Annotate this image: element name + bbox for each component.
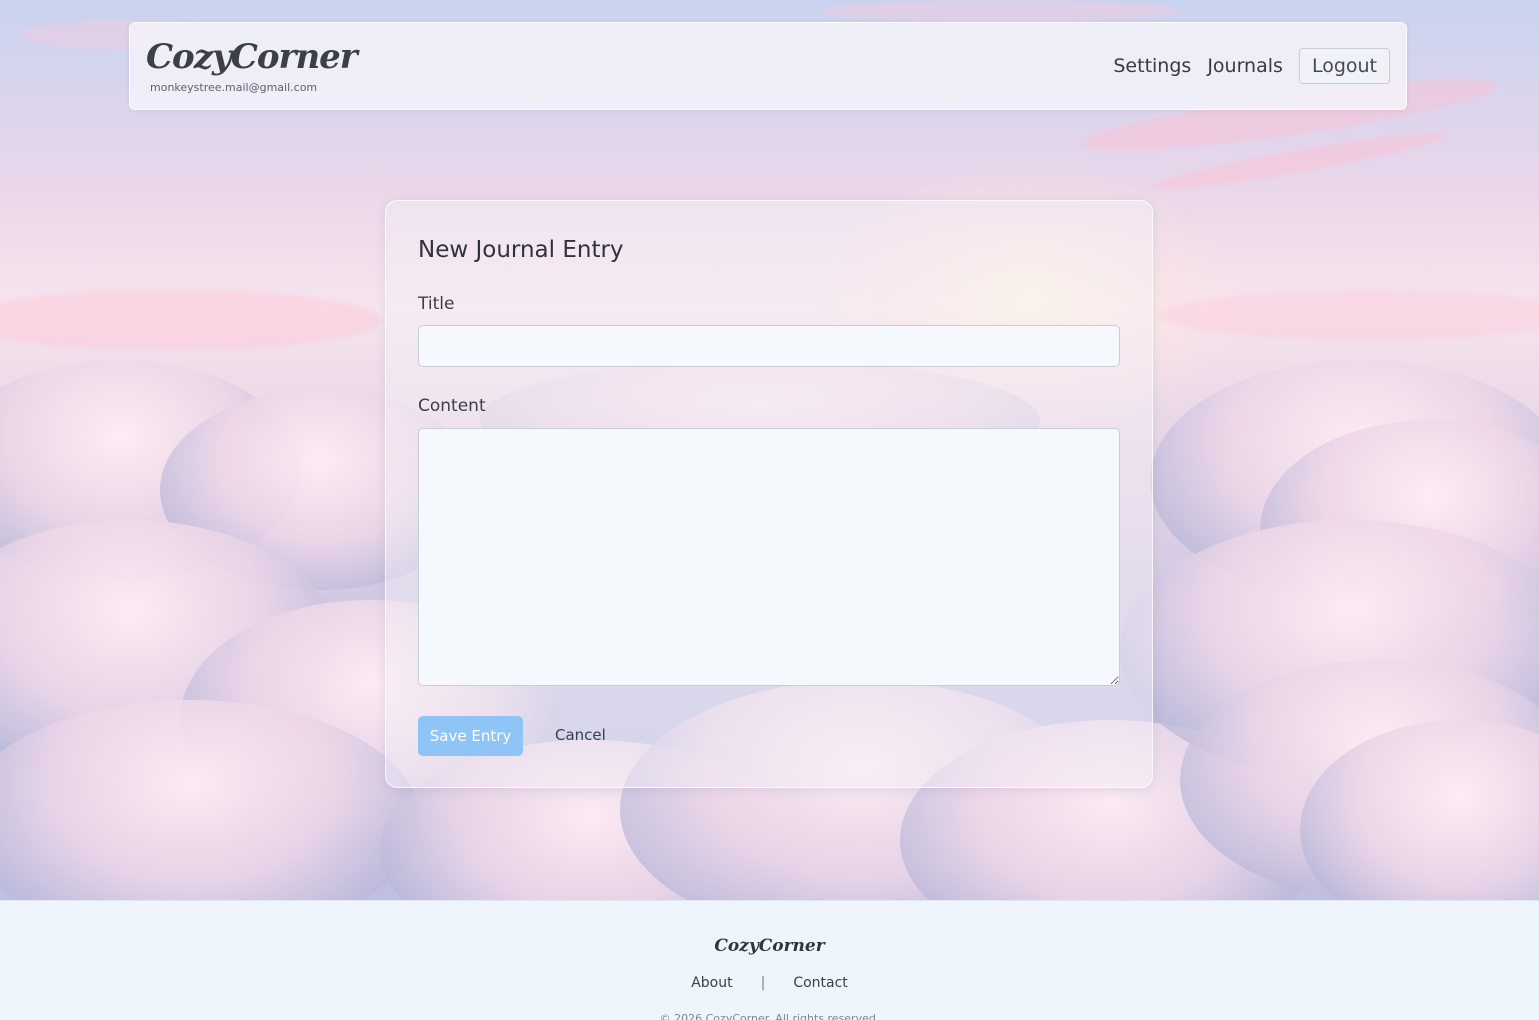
new-entry-form: New Journal Entry Title Content Save Ent… [385, 200, 1153, 788]
nav-journals-link[interactable]: Journals [1207, 55, 1283, 77]
cancel-link[interactable]: Cancel [555, 726, 606, 744]
page-footer: CozyCorner About | Contact © 2026 CozyCorn… [0, 900, 1539, 1020]
footer-links: About | Contact [0, 975, 1539, 991]
footer-contact-link[interactable]: Contact [793, 975, 847, 991]
content-label: Content [418, 396, 486, 416]
footer-copyright: © 2026 CozyCorner. All rights reserved. [659, 1012, 880, 1020]
form-heading: New Journal Entry [418, 237, 624, 263]
title-label: Title [418, 294, 455, 314]
footer-about-link[interactable]: About [691, 975, 732, 991]
nav-settings-link[interactable]: Settings [1113, 55, 1191, 77]
user-email: monkeystree.mail@gmail.com [150, 81, 318, 94]
nav-links: Settings Journals Logout [1113, 48, 1390, 84]
logout-button[interactable]: Logout [1298, 48, 1390, 84]
save-entry-button[interactable]: Save Entry [418, 716, 523, 756]
content-textarea[interactable] [418, 428, 1120, 686]
footer-separator: | [760, 975, 766, 991]
brand-logo[interactable]: CozyCorner [146, 37, 358, 77]
title-input[interactable] [418, 325, 1120, 367]
footer-brand: CozyCorner [714, 936, 825, 956]
top-navbar: CozyCorner monkeystree.mail@gmail.com Se… [129, 22, 1407, 110]
